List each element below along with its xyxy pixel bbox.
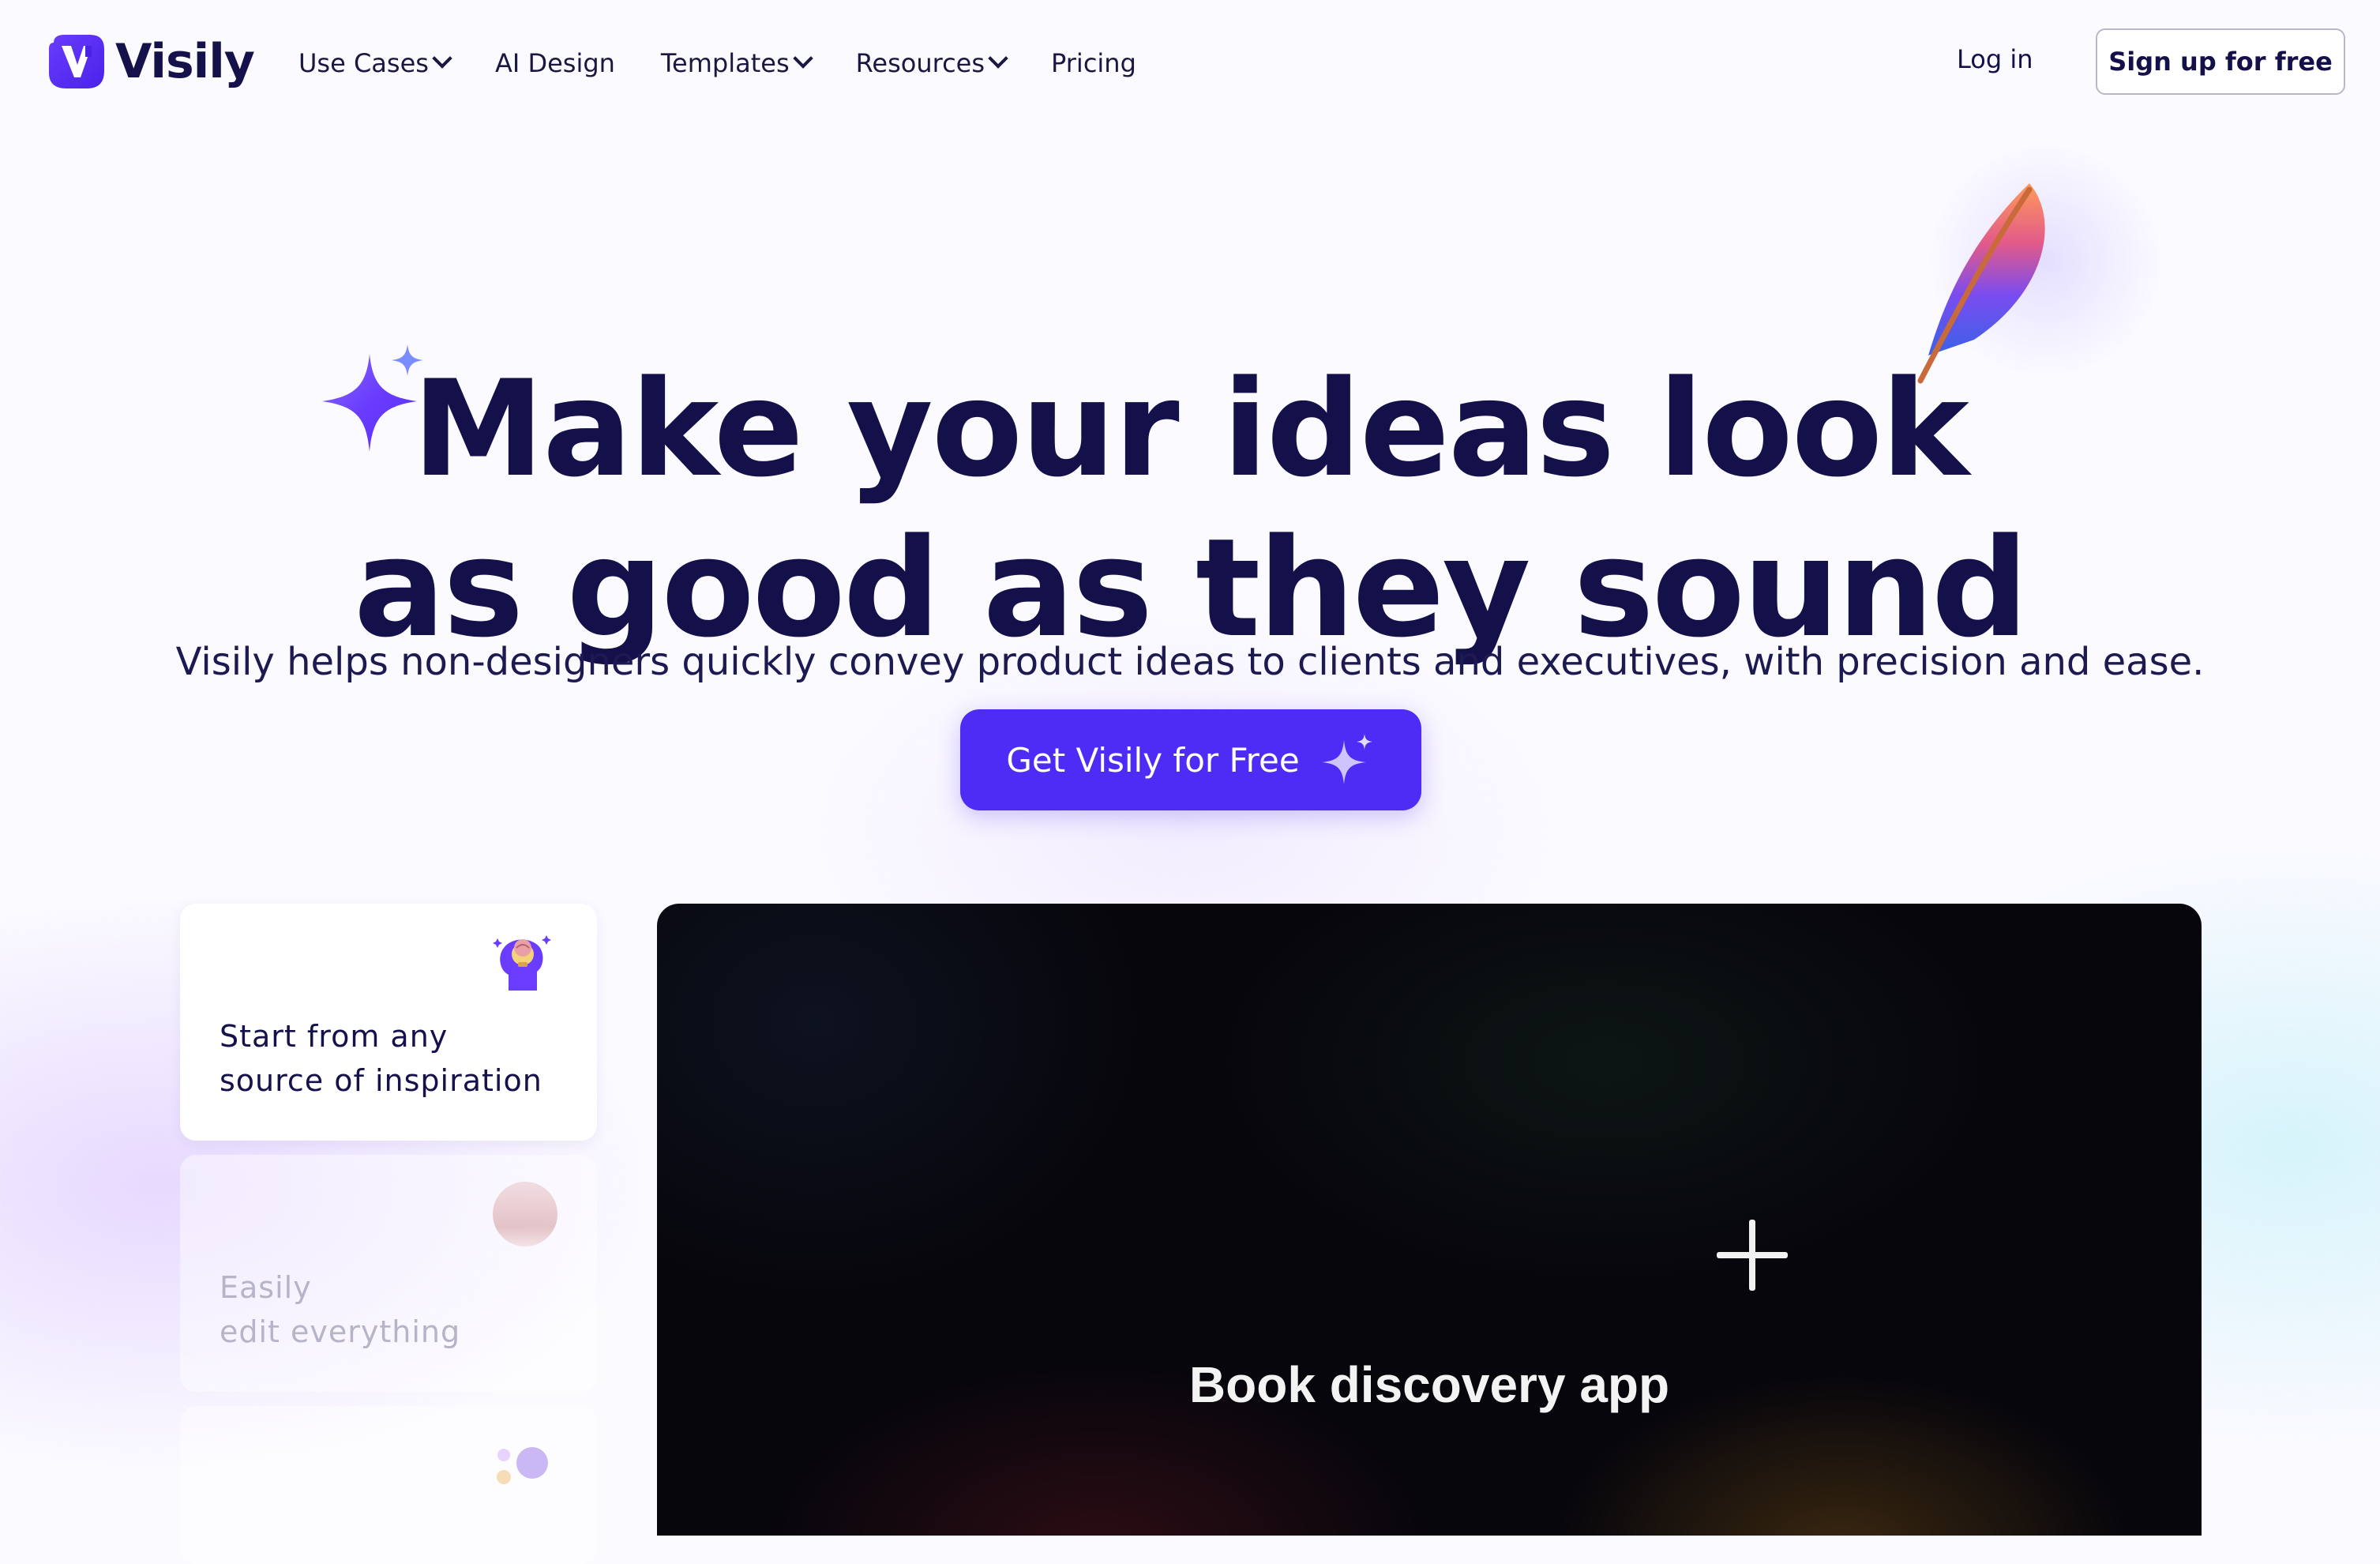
- chevron-down-icon: [792, 48, 813, 69]
- nav-use-cases-label: Use Cases: [298, 48, 429, 78]
- color-palette-icon: [493, 1182, 557, 1246]
- feature-title-line2: source of inspiration: [220, 1063, 542, 1098]
- demo-video[interactable]: Book discovery app: [657, 904, 2202, 1536]
- feature-title-line1: Start from any: [220, 1019, 449, 1054]
- feature-title-line1: Easily: [220, 1270, 312, 1305]
- feature-card-inspiration[interactable]: Start from any source of inspiration: [180, 904, 597, 1141]
- nav-ai-design[interactable]: AI Design: [495, 48, 615, 78]
- nav-ai-design-label: AI Design: [494, 48, 615, 78]
- chevron-down-icon: [432, 48, 452, 69]
- feature-title: Start from any source of inspiration: [220, 1014, 542, 1103]
- sparkle-icon: [1321, 734, 1372, 784]
- nav-templates[interactable]: Templates: [660, 48, 813, 78]
- feature-title: Easily edit everything: [220, 1265, 460, 1354]
- feature-title-line2: edit everything: [220, 1314, 461, 1349]
- logo[interactable]: Visily: [43, 28, 255, 95]
- brain-lightbulb-icon: [493, 935, 551, 991]
- nav-use-cases[interactable]: Use Cases: [298, 48, 452, 78]
- nav-resources-label: Resources: [855, 48, 985, 78]
- chevron-down-icon: [988, 48, 1008, 69]
- video-caption: Book discovery app: [1188, 1356, 1670, 1413]
- login-link[interactable]: Log in: [1957, 44, 2033, 74]
- hero-subtitle: Visily helps non-designers quickly conve…: [175, 640, 2205, 684]
- nav-resources[interactable]: Resources: [855, 48, 1008, 78]
- nav-templates-label: Templates: [660, 48, 790, 78]
- feature-card-third[interactable]: [180, 1406, 597, 1564]
- signup-button[interactable]: Sign up for free: [2096, 28, 2345, 95]
- visily-logo-icon: [43, 28, 109, 95]
- dots-icon: [497, 1447, 548, 1484]
- logo-text: Visily: [115, 34, 255, 89]
- nav-pricing[interactable]: Pricing: [1051, 48, 1136, 78]
- get-visily-free-button[interactable]: Get Visily for Free: [960, 709, 1421, 810]
- cta-label: Get Visily for Free: [1006, 740, 1300, 780]
- nav-links: Use Cases AI Design Templates Resources …: [298, 41, 1182, 85]
- nav-pricing-label: Pricing: [1051, 48, 1136, 78]
- feature-card-edit[interactable]: Easily edit everything: [180, 1155, 597, 1392]
- plus-icon: [1717, 1220, 1788, 1291]
- hero-title-line1: Make your ideas look: [412, 351, 1969, 506]
- top-nav: Visily Use Cases AI Design Templates Res…: [0, 0, 2380, 123]
